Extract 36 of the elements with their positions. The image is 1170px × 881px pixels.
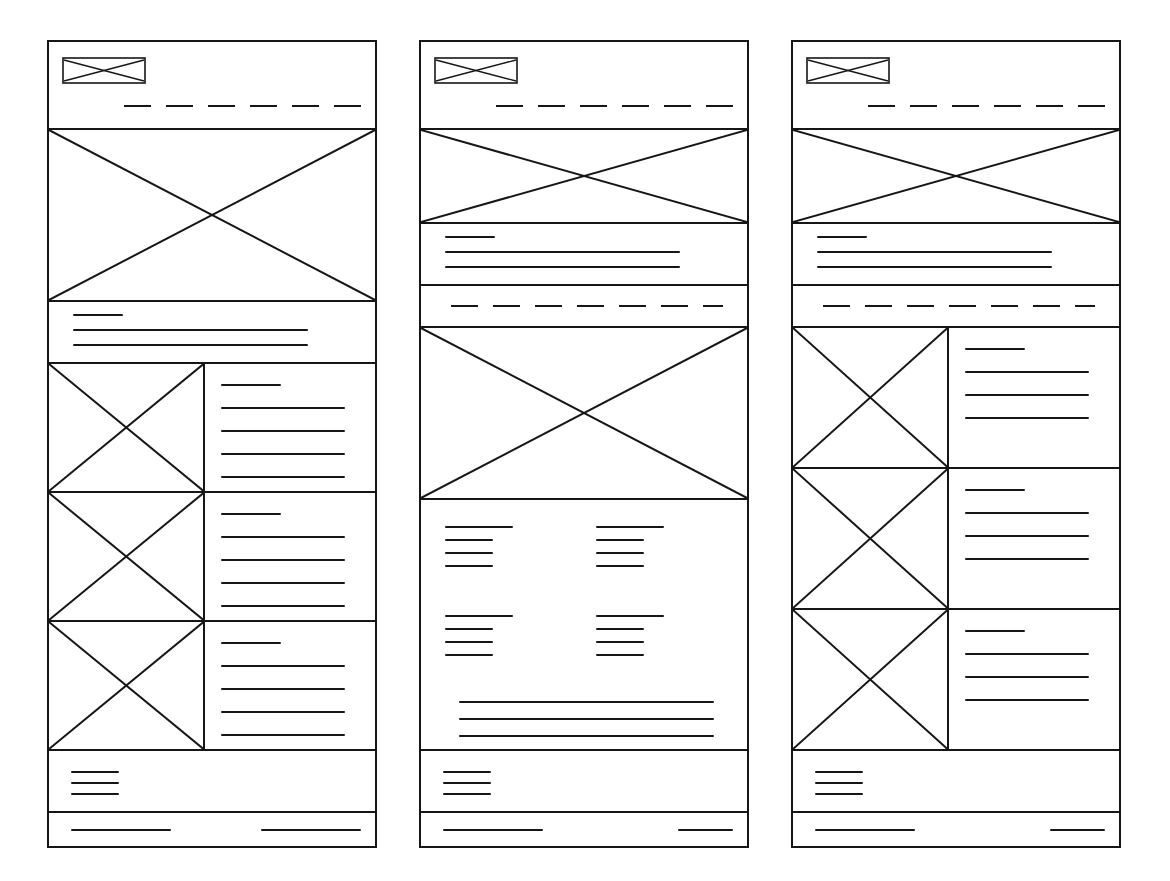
text-placeholder-line: [817, 236, 867, 238]
text-placeholder-line: [71, 793, 119, 795]
text-placeholder-line: [678, 828, 733, 831]
text-placeholder-line: [443, 793, 491, 795]
text-placeholder-line: [445, 236, 495, 238]
text-placeholder-line: [221, 513, 282, 515]
text-placeholder-line: [443, 782, 491, 784]
text-placeholder-line: [71, 782, 119, 784]
text-placeholder-line: [596, 539, 644, 541]
text-placeholder-line: [965, 489, 1026, 491]
text-placeholder-line: [965, 348, 1026, 350]
text-placeholder-line: [596, 552, 644, 554]
text-placeholder-line: [445, 552, 493, 554]
text-placeholder-line: [445, 615, 513, 617]
text-placeholder-line: [445, 628, 493, 630]
text-placeholder-line: [221, 384, 282, 386]
text-placeholder-line: [445, 565, 493, 567]
text-placeholder-line: [596, 615, 664, 617]
text-placeholder-line: [1050, 828, 1105, 831]
text-placeholder-line: [71, 771, 119, 773]
text-placeholder-line: [445, 539, 493, 541]
text-placeholder-line: [445, 654, 493, 656]
text-placeholder-line: [596, 654, 644, 656]
text-placeholder-line: [443, 771, 491, 773]
text-placeholder-line: [596, 641, 644, 643]
text-placeholder-line: [815, 771, 863, 773]
text-placeholder-line: [221, 642, 282, 644]
text-placeholder-line: [445, 526, 513, 528]
text-placeholder-line: [965, 630, 1026, 632]
text-placeholder-line: [445, 641, 493, 643]
text-placeholder-line: [596, 526, 664, 528]
text-placeholder-line: [596, 628, 644, 630]
text-placeholder-line: [73, 314, 123, 316]
text-placeholder-line: [596, 565, 644, 567]
text-placeholder-line: [815, 793, 863, 795]
text-placeholder-line: [815, 782, 863, 784]
